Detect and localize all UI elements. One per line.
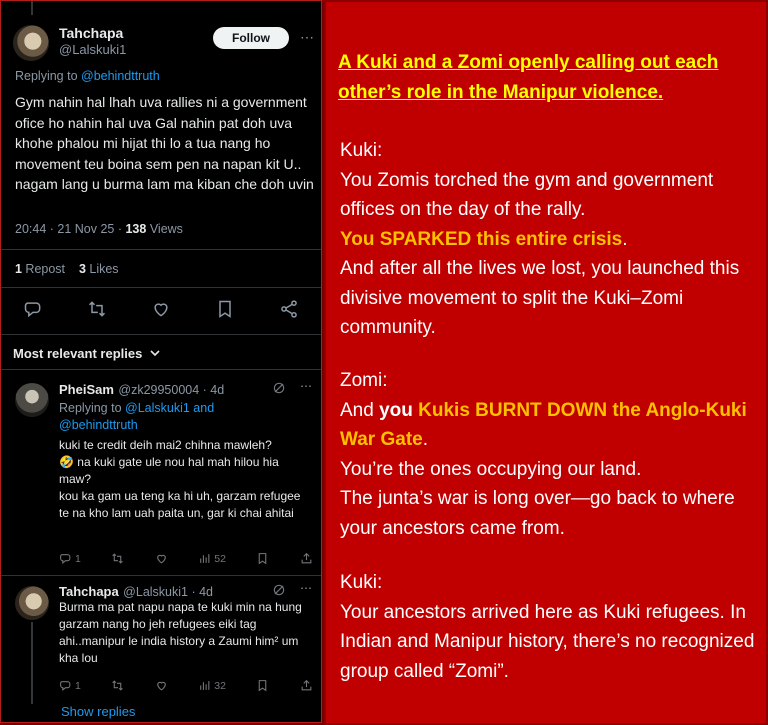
tweet-stats: 1 Repost 3 Likes — [15, 262, 119, 276]
zomi-statement-1: And you Kukis BURNT DOWN the Anglo-Kuki … — [340, 396, 756, 455]
tweet-panel: Tahchapa @Lalskuki1 Follow ⋯ Replying to… — [0, 0, 322, 723]
bookmark-icon[interactable] — [256, 552, 269, 565]
reposts-count: 1 — [15, 262, 22, 276]
avatar[interactable] — [15, 586, 49, 620]
reposts-stat[interactable]: 1 Repost — [15, 262, 65, 276]
kuki-section-2: Kuki: Your ancestors arrived here as Kuk… — [340, 568, 756, 686]
replies-sort-label: Most relevant replies — [13, 346, 143, 361]
reply-age: · 4d — [187, 585, 213, 599]
more-options-icon[interactable]: ⋯ — [300, 29, 315, 46]
reply-icon — [60, 554, 71, 564]
reply-action-bar: 1 32 — [59, 679, 313, 692]
thread-line — [31, 1, 33, 15]
reply-action-bar: 1 52 — [59, 552, 313, 565]
replying-to-prefix: Replying to — [15, 69, 82, 83]
reply-header: PheiSam @zk29950004 · 4d — [59, 381, 224, 399]
likes-count: 3 — [78, 262, 86, 276]
reply-icon — [60, 681, 71, 691]
kuki-statement-3: And after all the lives we lost, you lau… — [340, 258, 740, 338]
reply-author-handle[interactable]: @zk29950004 — [118, 383, 199, 397]
grok-icon[interactable] — [272, 381, 286, 400]
views-button[interactable]: 32 — [198, 679, 226, 692]
divider — [1, 287, 321, 288]
commentary-title: A Kuki and a Zomi openly calling out eac… — [338, 52, 719, 103]
reply-author-name[interactable]: PheiSam — [59, 382, 114, 397]
highlight-text: You SPARKED this entire crisis — [340, 228, 623, 250]
tweet-timestamp: 20:44 · 21 Nov 25 · 138 Views — [15, 222, 183, 236]
punctuation: . — [622, 228, 628, 250]
tweet-author-handle[interactable]: @Lalskuki1 — [59, 42, 126, 57]
reply-replying-to: Replying to @Lalskuki1 and @behindttruth — [59, 400, 239, 434]
chevron-down-icon — [150, 346, 160, 361]
speaker-label-kuki: Kuki: — [340, 572, 383, 593]
zomi-statement-2: You’re the ones occupying our land. — [340, 458, 642, 480]
share-icon[interactable] — [300, 552, 313, 565]
reposts-label: Repost — [21, 262, 66, 276]
divider — [1, 575, 321, 576]
views-button[interactable]: 52 — [198, 552, 226, 565]
likes-stat[interactable]: 3 Likes — [79, 262, 119, 276]
like-icon[interactable] — [151, 299, 171, 324]
repost-icon[interactable] — [111, 552, 124, 565]
thread-line — [31, 622, 33, 704]
reply-count: 1 — [75, 679, 81, 692]
follow-button[interactable]: Follow — [213, 27, 289, 49]
more-options-icon[interactable]: ⋯ — [300, 581, 313, 595]
kuki-statement-2: You SPARKED this entire crisis. — [340, 225, 756, 255]
more-options-icon[interactable]: ⋯ — [300, 379, 313, 393]
bookmark-icon[interactable] — [215, 299, 235, 324]
like-icon[interactable] — [155, 552, 168, 565]
tweet-time[interactable]: 20:44 · 21 Nov 25 · — [15, 222, 125, 236]
views-count: 32 — [214, 679, 226, 692]
divider — [1, 249, 321, 250]
tweet-author-name[interactable]: Tahchapa — [59, 25, 123, 41]
tweet-text: Gym nahin hal lhah uva rallies ni a gove… — [15, 94, 314, 192]
speaker-label-zomi: Zomi: — [340, 370, 388, 391]
speaker-label-kuki: Kuki: — [340, 140, 383, 161]
kuki-section-1: Kuki: You Zomis torched the gym and gove… — [340, 136, 756, 343]
replying-to-link[interactable]: @behindttruth — [81, 69, 160, 83]
reply-author-name[interactable]: Tahchapa — [59, 584, 119, 599]
views-icon — [200, 681, 210, 690]
avatar[interactable] — [13, 25, 49, 61]
reply-author-handle[interactable]: @Lalskuki1 — [123, 585, 188, 599]
zomi-prefix: And — [340, 399, 380, 421]
replying-to-prefix: Replying to — [59, 401, 126, 415]
punctuation: . — [422, 429, 428, 450]
tweet-views-label: Views — [146, 222, 183, 236]
kuki-statement-4: Your ancestors arrived here as Kuki refu… — [340, 601, 755, 682]
commentary-panel: A Kuki and a Zomi openly calling out eac… — [324, 0, 768, 725]
replying-to: Replying to @behindttruth — [15, 69, 160, 83]
share-icon[interactable] — [300, 679, 313, 692]
views-icon — [200, 554, 210, 563]
views-count: 52 — [214, 552, 226, 565]
tweet-views-count: 138 — [125, 222, 147, 236]
likes-label: Likes — [85, 262, 119, 276]
reply-count: 1 — [75, 552, 81, 565]
repost-icon[interactable] — [87, 299, 107, 324]
zomi-section: Zomi: And you Kukis BURNT DOWN the Anglo… — [340, 366, 756, 543]
reply-button[interactable]: 1 — [59, 552, 81, 565]
divider — [1, 369, 321, 370]
reply-icon[interactable] — [23, 299, 43, 324]
kuki-statement-1: You Zomis torched the gym and government… — [340, 169, 714, 221]
reply-text: Burma ma pat napu napa te kuki min na hu… — [59, 600, 302, 665]
share-icon[interactable] — [279, 299, 299, 324]
reply-text: kuki te credit deih mai2 chihna mawleh? … — [59, 438, 301, 520]
reply-age: · 4d — [199, 383, 225, 397]
avatar[interactable] — [15, 383, 49, 417]
tweet-action-bar — [1, 299, 321, 324]
replies-sort[interactable]: Most relevant replies — [13, 346, 160, 361]
repost-icon[interactable] — [111, 679, 124, 692]
zomi-you: you — [379, 399, 413, 421]
divider — [1, 334, 321, 335]
bookmark-icon[interactable] — [256, 679, 269, 692]
zomi-statement-3: The junta’s war is long over—go back to … — [340, 488, 735, 539]
reply-button[interactable]: 1 — [59, 679, 81, 692]
show-replies-link[interactable]: Show replies — [61, 704, 135, 719]
like-icon[interactable] — [155, 679, 168, 692]
